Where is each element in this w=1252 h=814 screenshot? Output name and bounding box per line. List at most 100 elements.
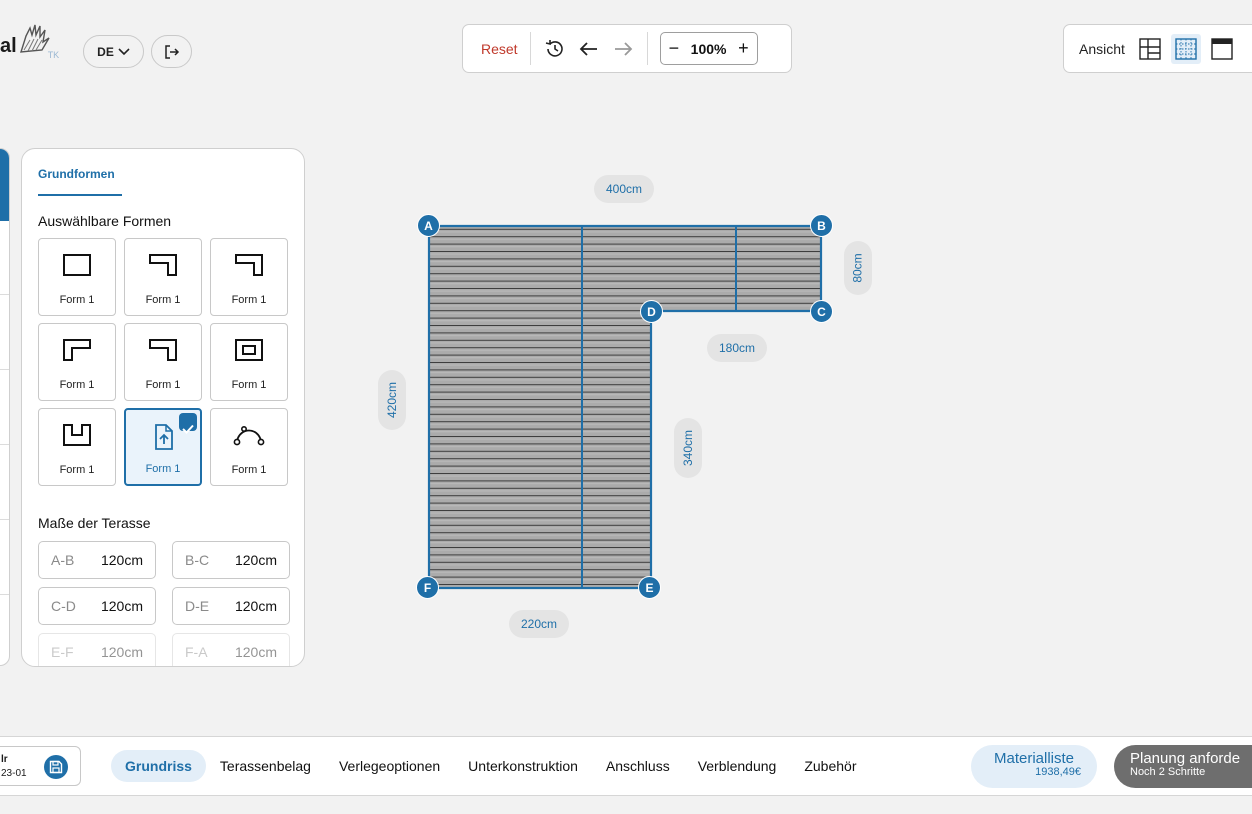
- notch-right-shape-icon: [149, 254, 177, 276]
- dimension-label-inner-vertical: 340cm: [674, 418, 702, 478]
- corner-handle-c[interactable]: C: [810, 300, 833, 323]
- dimension-value: 120cm: [234, 552, 277, 568]
- dimension-field-bc[interactable]: B-C 120cm: [172, 541, 290, 579]
- nav-item-unterkonstruktion[interactable]: Unterkonstruktion: [454, 750, 592, 782]
- collapsed-side-panel: [0, 148, 10, 666]
- nav-item-verlegeoptionen[interactable]: Verlegeoptionen: [325, 750, 454, 782]
- reset-button[interactable]: Reset: [481, 41, 518, 57]
- u-shape-icon: [63, 424, 91, 446]
- dimension-text: 220cm: [520, 617, 558, 631]
- active-tab-indicator: [38, 194, 122, 196]
- shape-label: Form 1: [59, 379, 95, 391]
- shape-label: Form 1: [145, 379, 181, 391]
- project-box: lr 23-01: [0, 746, 81, 786]
- shape-label: Form 1: [59, 294, 95, 306]
- nav-item-zubehoer[interactable]: Zubehör: [790, 750, 870, 782]
- view-label: Ansicht: [1079, 40, 1125, 57]
- side-panel-active-tab[interactable]: [0, 149, 9, 221]
- corner-handle-d[interactable]: D: [640, 300, 663, 323]
- divider: [0, 294, 9, 295]
- dimension-text: 180cm: [718, 341, 756, 355]
- notch-right-shape-icon: [235, 254, 263, 276]
- shape-card[interactable]: Form 1: [210, 408, 288, 486]
- logo-sub: TK: [47, 50, 60, 60]
- shape-grid: Form 1 Form 1 Form 1 Form 1 Form 1 Form …: [38, 238, 290, 486]
- floorplan-view-icon[interactable]: [1135, 34, 1165, 64]
- shape-card[interactable]: Form 1: [124, 323, 202, 401]
- shape-card[interactable]: Form 1: [38, 323, 116, 401]
- redo-arrow-icon[interactable]: [611, 37, 635, 61]
- dimension-value: 120cm: [100, 644, 143, 660]
- shape-label: Form 1: [231, 379, 267, 391]
- corner-handle-a[interactable]: A: [417, 214, 440, 237]
- shape-card[interactable]: Form 1: [38, 238, 116, 316]
- tab-grundformen[interactable]: Grundformen: [38, 167, 115, 181]
- dimension-key: C-D: [51, 598, 76, 614]
- language-select[interactable]: DE: [83, 35, 144, 68]
- shape-card[interactable]: Form 1: [124, 238, 202, 316]
- corner-handle-e[interactable]: E: [638, 576, 661, 599]
- shape-card-selected[interactable]: Form 1: [124, 408, 202, 486]
- chevron-down-icon: [118, 47, 130, 55]
- rectangle-shape-icon: [63, 254, 91, 276]
- dimension-key: B-C: [185, 552, 210, 568]
- notch-right-shape-icon: [149, 339, 177, 361]
- request-planning-button[interactable]: Planung anforde Noch 2 Schritte: [1114, 745, 1252, 788]
- divider: [0, 519, 9, 520]
- toolbar-divider: [646, 32, 648, 65]
- floorplan-canvas[interactable]: 400cm 80cm 180cm 420cm 340cm 220cm A B C…: [320, 140, 920, 680]
- dimension-field-cd[interactable]: C-D 120cm: [38, 587, 156, 625]
- nav-item-verblendung[interactable]: Verblendung: [684, 750, 791, 782]
- material-list-button[interactable]: Materialliste 1938,49€: [971, 745, 1097, 788]
- logout-button[interactable]: [151, 35, 192, 68]
- shape-card[interactable]: Form 1: [210, 238, 288, 316]
- bottom-navigation-bar: lr 23-01 Grundriss Terassenbelag Verlege…: [0, 736, 1252, 796]
- shape-label: Form 1: [231, 464, 267, 476]
- dimension-key: E-F: [51, 644, 74, 660]
- frame-shape-icon: [235, 339, 263, 361]
- dimension-label-top: 400cm: [594, 175, 654, 203]
- shape-label: Form 1: [231, 294, 267, 306]
- dimension-label-inner-horizontal: 180cm: [707, 334, 767, 362]
- hand-logo-icon: [19, 24, 50, 53]
- history-icon[interactable]: [543, 37, 567, 61]
- divider: [0, 594, 9, 595]
- nav-item-anschluss[interactable]: Anschluss: [592, 750, 684, 782]
- corner-handle-b[interactable]: B: [810, 214, 833, 237]
- divider: [0, 444, 9, 445]
- grid-view-icon[interactable]: [1170, 33, 1201, 64]
- dimension-label-left: 420cm: [378, 370, 406, 430]
- dimension-field-de[interactable]: D-E 120cm: [172, 587, 290, 625]
- request-planning-label: Planung anforde: [1130, 750, 1241, 767]
- toolbar-divider: [529, 32, 531, 65]
- dimension-label-bottom: 220cm: [509, 610, 569, 638]
- dimension-field-ef[interactable]: E-F 120cm: [38, 633, 156, 666]
- project-name: lr: [1, 754, 8, 765]
- dimension-text: 340cm: [681, 429, 695, 467]
- full-view-icon[interactable]: [1207, 34, 1237, 64]
- shape-card[interactable]: Form 1: [38, 408, 116, 486]
- dimension-field-fa[interactable]: F-A 120cm: [172, 633, 290, 666]
- shape-card[interactable]: Form 1: [210, 323, 288, 401]
- dimension-fields: A-B 120cm B-C 120cm C-D 120cm D-E 120cm E-F 1…: [38, 541, 290, 666]
- dimension-value: 120cm: [100, 598, 143, 614]
- save-icon[interactable]: [44, 755, 68, 779]
- dimension-field-ab[interactable]: A-B 120cm: [38, 541, 156, 579]
- divider: [0, 369, 9, 370]
- undo-arrow-icon[interactable]: [577, 37, 601, 61]
- logout-icon: [164, 44, 179, 59]
- notch-left-shape-icon: [63, 339, 91, 361]
- zoom-in-button[interactable]: +: [738, 38, 749, 59]
- nav-item-grundriss[interactable]: Grundriss: [111, 750, 206, 782]
- zoom-out-button[interactable]: −: [669, 38, 680, 59]
- dimension-text: 400cm: [605, 182, 643, 196]
- shape-label: Form 1: [145, 294, 181, 306]
- corner-handle-f[interactable]: F: [416, 576, 439, 599]
- request-planning-steps: Noch 2 Schritte: [1130, 766, 1206, 778]
- shape-label: Form 1: [59, 464, 95, 476]
- upload-file-icon: [155, 424, 173, 450]
- dimension-value: 120cm: [100, 552, 143, 568]
- dimension-value: 120cm: [234, 598, 277, 614]
- nav-item-terassenbelag[interactable]: Terassenbelag: [206, 750, 325, 782]
- dimension-value: 120cm: [234, 644, 277, 660]
